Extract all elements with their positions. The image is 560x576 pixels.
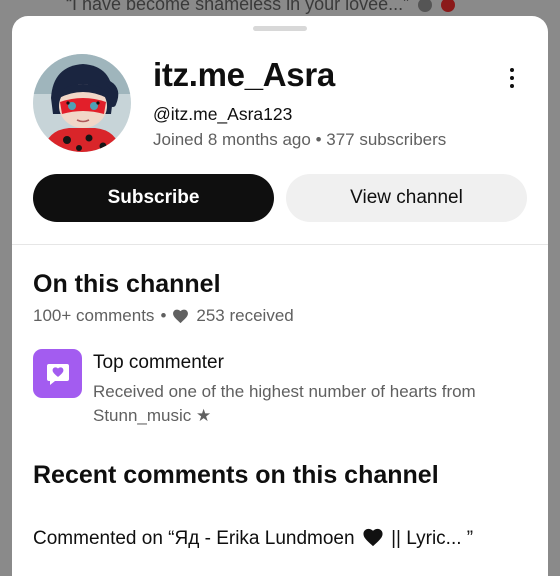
stats-separator: • (160, 306, 167, 325)
channel-meta: Joined 8 months ago • 377 subscribers (153, 130, 446, 150)
channel-name: itz.me_Asra (153, 56, 335, 93)
avatar-image (33, 54, 131, 152)
comment-video-title: Commented on “Яд - Erika Lundmoen (33, 528, 355, 549)
channel-bottom-sheet: itz.me_Asra @itz.me_Asra123 Joined 8 mon… (12, 16, 548, 576)
hearts-received: 253 received (196, 306, 294, 325)
subscribe-button[interactable]: Subscribe (33, 174, 274, 222)
joined-date: Joined 8 months ago (153, 130, 311, 149)
more-vert-icon[interactable] (502, 66, 522, 90)
subscriber-count: 377 subscribers (326, 130, 447, 149)
top-commenter-badge (33, 349, 82, 398)
badge-title: Top commenter (93, 352, 224, 373)
heart-chat-icon (46, 363, 69, 385)
channel-handle: @itz.me_Asra123 (153, 104, 293, 124)
comment-video-title-suffix: || Lyric... ” (391, 528, 474, 549)
view-channel-button[interactable]: View channel (286, 174, 527, 222)
drag-handle[interactable] (253, 26, 307, 31)
background-quote: “I have become shameless in your lovee..… (66, 0, 410, 14)
background-comment-text: “I have become shameless in your lovee..… (66, 0, 546, 15)
channel-stats: 100+ comments • 253 received (33, 306, 294, 326)
recent-comment-item[interactable]: Commented on “Яд - Erika Lundmoen || Lyr… (33, 527, 473, 550)
recent-comments-title: Recent comments on this channel (33, 461, 439, 489)
black-heart-icon (363, 528, 383, 547)
background-emoji-icon (418, 0, 433, 13)
heart-icon (173, 309, 189, 324)
background-heart-icon (441, 0, 456, 13)
meta-separator: • (315, 130, 322, 149)
avatar[interactable] (33, 54, 131, 152)
comment-count: 100+ comments (33, 306, 155, 325)
on-channel-title: On this channel (33, 270, 221, 298)
divider (12, 244, 548, 245)
badge-description: Received one of the highest number of he… (93, 382, 476, 425)
